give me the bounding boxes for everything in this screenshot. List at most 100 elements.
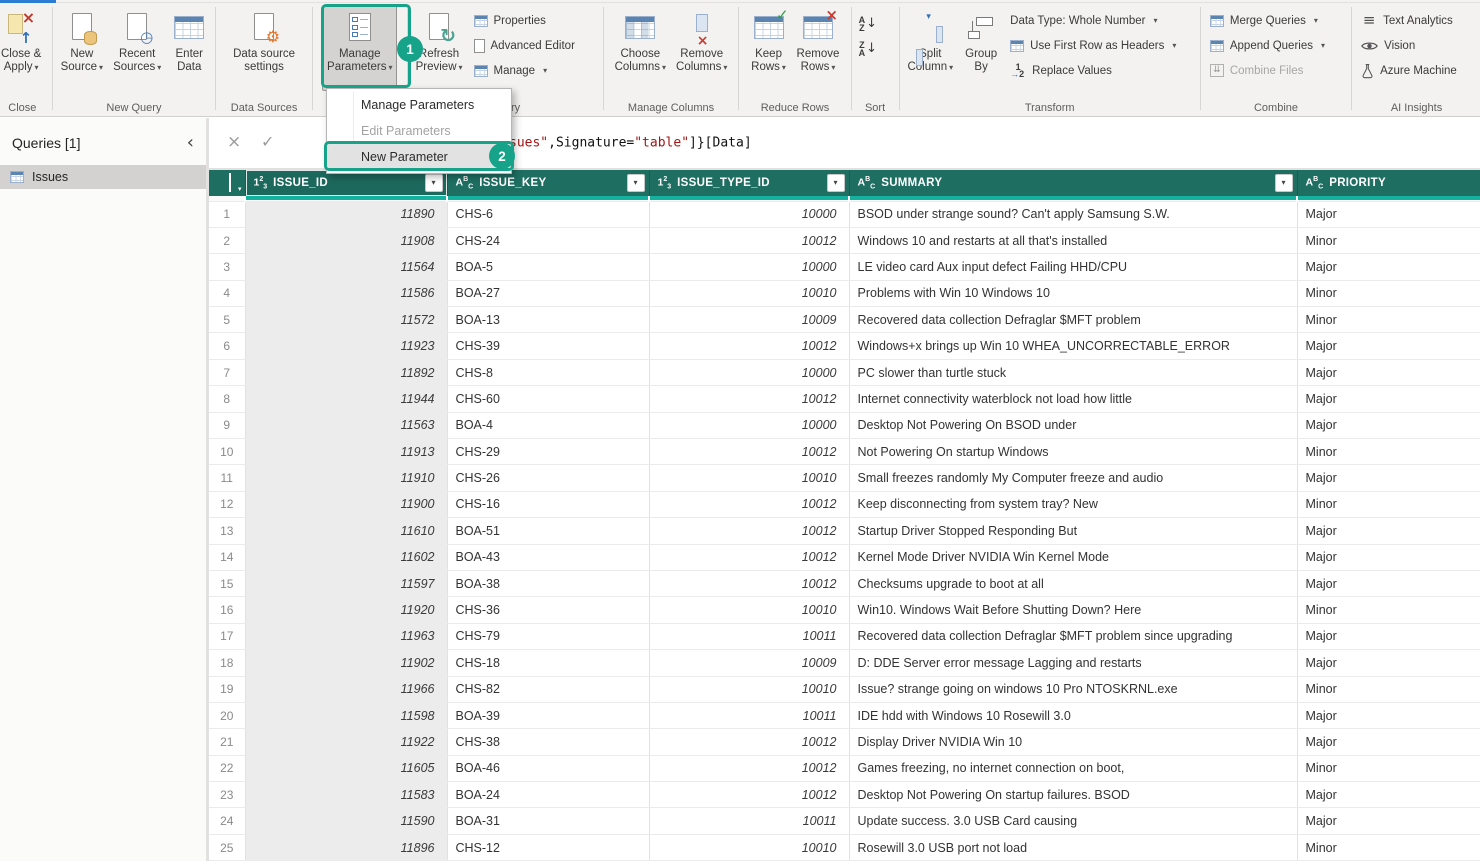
row-number[interactable]: 2 bbox=[209, 227, 245, 253]
row-number[interactable]: 25 bbox=[209, 834, 245, 860]
table-row[interactable]: 23 11583 BOA-24 10012 Desktop Not Poweri… bbox=[209, 782, 1480, 808]
cell-priority[interactable]: Major bbox=[1297, 570, 1480, 596]
cell-priority[interactable]: Minor bbox=[1297, 227, 1480, 253]
row-number[interactable]: 23 bbox=[209, 782, 245, 808]
cell-issue-type-id[interactable]: 10009 bbox=[649, 307, 849, 333]
cell-issue-key[interactable]: BOA-24 bbox=[447, 782, 649, 808]
table-row[interactable]: 19 11966 CHS-82 10010 Issue? strange goi… bbox=[209, 676, 1480, 702]
new-source-button[interactable]: New Source▾ bbox=[56, 5, 108, 91]
table-row[interactable]: 8 11944 CHS-60 10012 Internet connectivi… bbox=[209, 386, 1480, 412]
cell-issue-type-id[interactable]: 10010 bbox=[649, 465, 849, 491]
cell-summary[interactable]: LE video card Aux input defect Failing H… bbox=[849, 254, 1297, 280]
cell-issue-type-id[interactable]: 10010 bbox=[649, 280, 849, 306]
cell-issue-id[interactable]: 11913 bbox=[245, 439, 447, 465]
formula-commit-icon[interactable]: ✓ bbox=[261, 134, 274, 150]
cell-issue-key[interactable]: BOA-4 bbox=[447, 412, 649, 438]
cell-issue-type-id[interactable]: 10009 bbox=[649, 650, 849, 676]
cell-issue-key[interactable]: BOA-51 bbox=[447, 518, 649, 544]
cell-summary[interactable]: Checksums upgrade to boot at all bbox=[849, 570, 1297, 596]
cell-issue-id[interactable]: 11572 bbox=[245, 307, 447, 333]
cell-issue-type-id[interactable]: 10010 bbox=[649, 597, 849, 623]
refresh-preview-button[interactable]: ↻ Refresh Preview▾ bbox=[411, 5, 468, 91]
cell-issue-id[interactable]: 11900 bbox=[245, 491, 447, 517]
vision-button[interactable]: Vision bbox=[1355, 33, 1463, 58]
row-number[interactable]: 19 bbox=[209, 676, 245, 702]
menu-item-new-parameter[interactable]: New Parameter bbox=[327, 144, 511, 170]
row-number[interactable]: 4 bbox=[209, 280, 245, 306]
table-row[interactable]: 1 11890 CHS-6 10000 BSOD under strange s… bbox=[209, 201, 1480, 227]
row-number[interactable]: 5 bbox=[209, 307, 245, 333]
cell-issue-key[interactable]: CHS-8 bbox=[447, 359, 649, 385]
cell-summary[interactable]: BSOD under strange sound? Can't apply Sa… bbox=[849, 201, 1297, 227]
cell-summary[interactable]: Problems with Win 10 Windows 10 bbox=[849, 280, 1297, 306]
select-all-corner[interactable]: ▾ bbox=[209, 170, 245, 196]
cell-issue-type-id[interactable]: 10012 bbox=[649, 439, 849, 465]
cell-priority[interactable]: Minor bbox=[1297, 597, 1480, 623]
cell-issue-id[interactable]: 11598 bbox=[245, 702, 447, 728]
cell-issue-type-id[interactable]: 10011 bbox=[649, 702, 849, 728]
table-row[interactable]: 25 11896 CHS-12 10010 Rosewill 3.0 USB p… bbox=[209, 834, 1480, 860]
cell-summary[interactable]: Desktop Not Powering On startup failures… bbox=[849, 782, 1297, 808]
cell-issue-type-id[interactable]: 10012 bbox=[649, 518, 849, 544]
cell-issue-id[interactable]: 11564 bbox=[245, 254, 447, 280]
cell-issue-id[interactable]: 11922 bbox=[245, 729, 447, 755]
cell-issue-id[interactable]: 11920 bbox=[245, 597, 447, 623]
formula-cancel-icon[interactable]: × bbox=[227, 134, 241, 151]
cell-priority[interactable]: Major bbox=[1297, 412, 1480, 438]
cell-issue-key[interactable]: CHS-79 bbox=[447, 623, 649, 649]
cell-issue-id[interactable]: 11908 bbox=[245, 227, 447, 253]
filter-dropdown-icon[interactable]: ▾ bbox=[827, 174, 845, 192]
cell-summary[interactable]: Internet connectivity waterblock not loa… bbox=[849, 386, 1297, 412]
table-row[interactable]: 3 11564 BOA-5 10000 LE video card Aux in… bbox=[209, 254, 1480, 280]
table-row[interactable]: 13 11610 BOA-51 10012 Startup Driver Sto… bbox=[209, 518, 1480, 544]
cell-issue-id[interactable]: 11966 bbox=[245, 676, 447, 702]
cell-issue-type-id[interactable]: 10012 bbox=[649, 386, 849, 412]
filter-dropdown-icon[interactable]: ▾ bbox=[627, 174, 645, 192]
cell-issue-id[interactable]: 11597 bbox=[245, 570, 447, 596]
text-analytics-button[interactable]: ≡Text Analytics bbox=[1355, 8, 1463, 33]
manage-parameters-button[interactable]: Manage Parameters▾ bbox=[322, 5, 397, 91]
cell-summary[interactable]: Display Driver NVIDIA Win 10 bbox=[849, 729, 1297, 755]
cell-issue-id[interactable]: 11586 bbox=[245, 280, 447, 306]
cell-priority[interactable]: Major bbox=[1297, 650, 1480, 676]
row-number[interactable]: 8 bbox=[209, 386, 245, 412]
cell-priority[interactable]: Major bbox=[1297, 518, 1480, 544]
cell-issue-key[interactable]: CHS-38 bbox=[447, 729, 649, 755]
table-row[interactable]: 12 11900 CHS-16 10012 Keep disconnecting… bbox=[209, 491, 1480, 517]
azure-machine-learning-button[interactable]: Azure Machine bbox=[1355, 58, 1463, 83]
cell-issue-id[interactable]: 11610 bbox=[245, 518, 447, 544]
row-number[interactable]: 14 bbox=[209, 544, 245, 570]
row-number[interactable]: 7 bbox=[209, 359, 245, 385]
cell-issue-type-id[interactable]: 10000 bbox=[649, 254, 849, 280]
table-row[interactable]: 15 11597 BOA-38 10012 Checksums upgrade … bbox=[209, 570, 1480, 596]
cell-issue-id[interactable]: 11590 bbox=[245, 808, 447, 834]
table-row[interactable]: 24 11590 BOA-31 10011 Update success. 3.… bbox=[209, 808, 1480, 834]
remove-rows-button[interactable]: × Remove Rows▾ bbox=[792, 5, 845, 91]
cell-summary[interactable]: Update success. 3.0 USB Card causing bbox=[849, 808, 1297, 834]
cell-issue-id[interactable]: 11602 bbox=[245, 544, 447, 570]
cell-summary[interactable]: Small freezes randomly My Computer freez… bbox=[849, 465, 1297, 491]
cell-issue-type-id[interactable]: 10012 bbox=[649, 227, 849, 253]
cell-issue-key[interactable]: CHS-29 bbox=[447, 439, 649, 465]
cell-priority[interactable]: Major bbox=[1297, 201, 1480, 227]
table-row[interactable]: 2 11908 CHS-24 10012 Windows 10 and rest… bbox=[209, 227, 1480, 253]
row-number[interactable]: 9 bbox=[209, 412, 245, 438]
cell-summary[interactable]: D: DDE Server error message Lagging and … bbox=[849, 650, 1297, 676]
row-number[interactable]: 16 bbox=[209, 597, 245, 623]
cell-issue-type-id[interactable]: 10012 bbox=[649, 755, 849, 781]
cell-issue-key[interactable]: CHS-12 bbox=[447, 834, 649, 860]
cell-issue-key[interactable]: CHS-60 bbox=[447, 386, 649, 412]
cell-issue-key[interactable]: BOA-13 bbox=[447, 307, 649, 333]
cell-priority[interactable]: Major bbox=[1297, 254, 1480, 280]
cell-issue-key[interactable]: CHS-36 bbox=[447, 597, 649, 623]
cell-issue-key[interactable]: BOA-39 bbox=[447, 702, 649, 728]
cell-issue-key[interactable]: CHS-82 bbox=[447, 676, 649, 702]
cell-summary[interactable]: Issue? strange going on windows 10 Pro N… bbox=[849, 676, 1297, 702]
replace-values-button[interactable]: 1→2 Replace Values bbox=[1004, 58, 1182, 83]
cell-summary[interactable]: Kernel Mode Driver NVIDIA Win Kernel Mod… bbox=[849, 544, 1297, 570]
table-row[interactable]: 6 11923 CHS-39 10012 Windows+x brings up… bbox=[209, 333, 1480, 359]
choose-columns-button[interactable]: Choose Columns▾ bbox=[610, 5, 671, 91]
cell-priority[interactable]: Minor bbox=[1297, 834, 1480, 860]
cell-summary[interactable]: Windows 10 and restarts at all that's in… bbox=[849, 227, 1297, 253]
cell-issue-type-id[interactable]: 10012 bbox=[649, 333, 849, 359]
